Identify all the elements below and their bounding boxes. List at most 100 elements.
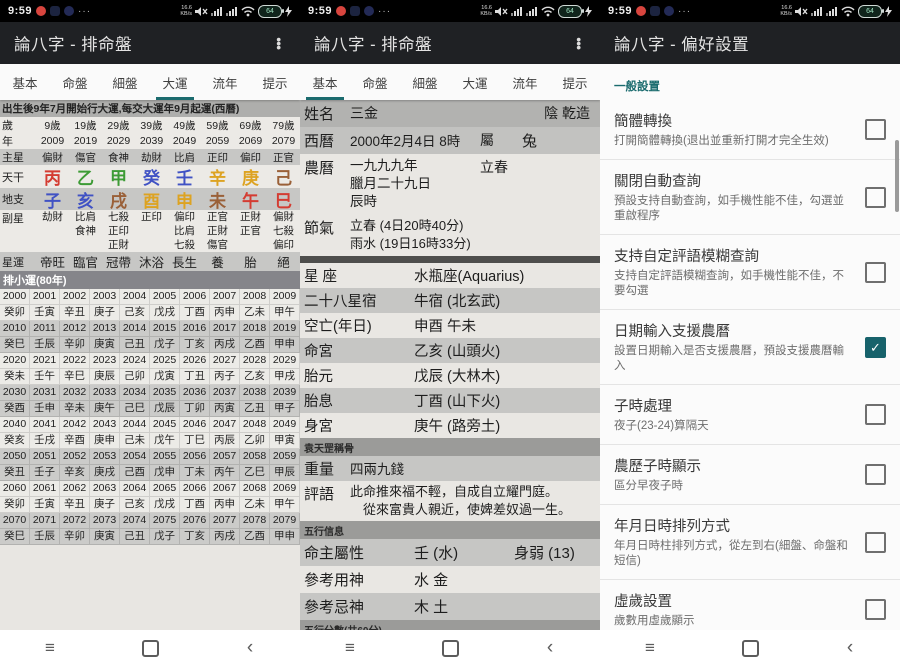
menu-nav-icon[interactable]: ≡ xyxy=(320,638,380,658)
info-row: 胎息丁酉 (山下火) xyxy=(300,388,600,413)
cell: 甲申 xyxy=(270,337,300,353)
setting-item[interactable]: 農歷子時顯示區分早夜子時 xyxy=(600,445,900,505)
cell: 2031 xyxy=(30,385,60,401)
cell: 偏財七殺偏印 xyxy=(267,210,300,252)
scrollbar[interactable] xyxy=(895,140,899,212)
cell: 2055 xyxy=(150,449,180,465)
menu-nav-icon[interactable]: ≡ xyxy=(20,638,80,658)
cell: 辛卯 xyxy=(60,337,90,353)
setting-item[interactable]: 子時處理夜子(23-24)算隔天 xyxy=(600,385,900,445)
setting-item[interactable]: 年月日時排列方式年月日時柱排列方式，從左到右(細盤、命盤和短信) xyxy=(600,505,900,580)
recents-nav-icon[interactable] xyxy=(120,640,180,657)
checkbox[interactable] xyxy=(865,187,886,208)
cell: 2053 xyxy=(90,449,120,465)
cell: 2029 xyxy=(102,135,135,147)
notification-badge-icon xyxy=(336,6,346,16)
weight-value: 四兩九錢 xyxy=(350,458,404,478)
tab-基本[interactable]: 基本 xyxy=(300,64,350,100)
setting-text: 關閉自動查詢預設支持自動查詢，如手機性能不佳，勾選並重啟程序 xyxy=(614,170,865,224)
back-nav-icon[interactable]: ‹ xyxy=(820,637,880,659)
cell: 癸巳 xyxy=(0,529,30,545)
tab-命盤[interactable]: 命盤 xyxy=(50,64,100,100)
setting-item[interactable]: 支持自定評語模糊查詢支持自定評語模糊查詢，如手機性能不佳，不要勾選 xyxy=(600,235,900,310)
comment-row: 評語此命推來福不輕，自成自立耀門庭。從來富貴人親近，使婢差奴過一生。 xyxy=(300,481,600,521)
battery-icon: 64 xyxy=(258,5,282,18)
notification-badge-icon xyxy=(64,6,74,16)
cell: 丁亥 xyxy=(180,529,210,545)
tab-細盤[interactable]: 細盤 xyxy=(100,64,150,100)
cell: 2076 xyxy=(180,513,210,529)
lichun-value: 立春 xyxy=(480,157,508,177)
setting-item[interactable]: 簡體轉換打開簡體轉換(退出並重新打開才完全生效) xyxy=(600,100,900,160)
cell: 2038 xyxy=(240,385,270,401)
recents-nav-icon[interactable] xyxy=(420,640,480,657)
cell-signal-icon xyxy=(511,6,523,17)
cell: 乙 xyxy=(69,164,102,189)
minor-year-row: 2060206120622063206420652066206720682069 xyxy=(0,481,300,497)
cell: 2069 xyxy=(234,135,267,147)
checkbox[interactable] xyxy=(865,119,886,140)
info-label: 參考用神 xyxy=(304,569,414,590)
checkbox[interactable] xyxy=(865,404,886,425)
cell: 戊申 xyxy=(150,465,180,481)
back-nav-icon[interactable]: ‹ xyxy=(220,637,280,659)
tab-流年[interactable]: 流年 xyxy=(500,64,550,100)
cell: 2065 xyxy=(150,481,180,497)
setting-item[interactable]: 關閉自動查詢預設支持自動查詢，如手機性能不佳，勾選並重啟程序 xyxy=(600,160,900,235)
cell: 己亥 xyxy=(120,497,150,513)
tab-大運[interactable]: 大運 xyxy=(150,64,200,100)
cell: 乙酉 xyxy=(240,337,270,353)
cell: 癸未 xyxy=(0,369,30,385)
checkbox[interactable] xyxy=(865,599,886,620)
minor-year-row: 2070207120722073207420752076207720782079 xyxy=(0,513,300,529)
cell-signal-icon xyxy=(826,6,838,17)
cell: 劫財 xyxy=(135,150,168,165)
cell: 戊戌 xyxy=(150,305,180,321)
cell: 辛丑 xyxy=(60,305,90,321)
setting-item[interactable]: 虛歲設置歲數用虛歲顯示 xyxy=(600,580,900,630)
wuxing-info-header: 五行信息 xyxy=(300,521,600,539)
row-label: 地支 xyxy=(0,191,36,207)
tab-基本[interactable]: 基本 xyxy=(0,64,50,100)
checkbox[interactable]: ✓ xyxy=(865,337,886,358)
tab-細盤[interactable]: 細盤 xyxy=(400,64,450,100)
setting-item[interactable]: 日期輸入支援農曆設置日期輸入是否支援農曆，預設支援農曆輸入✓ xyxy=(600,310,900,385)
jieqi-value: 立春 (4日20時40分)雨水 (19日16時33分) xyxy=(350,217,471,253)
tab-提示[interactable]: 提示 xyxy=(250,64,300,100)
dayun-table: 出生後9年7月開始行大運,每交大運年9月起運(西曆)歲9歲19歲29歲39歲49… xyxy=(0,100,300,545)
cell: 庚子 xyxy=(90,497,120,513)
cell-signal-icon xyxy=(811,6,823,17)
tab-提示[interactable]: 提示 xyxy=(550,64,600,100)
cell: 2009 xyxy=(36,135,69,147)
setting-title: 日期輸入支援農曆 xyxy=(614,320,855,341)
cell: 丁未 xyxy=(180,465,210,481)
checkbox[interactable] xyxy=(865,464,886,485)
setting-subtitle: 區分早夜子時 xyxy=(614,479,855,494)
cell: 乙未 xyxy=(240,497,270,513)
cell: 壬申 xyxy=(30,401,60,417)
cell: 乙丑 xyxy=(240,401,270,417)
info-value: 壬 (水) xyxy=(414,542,514,563)
cell: 2059 xyxy=(270,449,300,465)
checkbox[interactable] xyxy=(865,532,886,553)
cell: 丙寅 xyxy=(210,401,240,417)
network-speed: 16.6KB/s xyxy=(180,5,192,17)
setting-text: 子時處理夜子(23-24)算隔天 xyxy=(614,395,865,434)
recents-nav-icon[interactable] xyxy=(720,640,780,657)
menu-nav-icon[interactable]: ≡ xyxy=(620,638,680,658)
cell: 甲戌 xyxy=(270,369,300,385)
cell: 酉 xyxy=(135,187,168,212)
tab-bar: 基本命盤細盤大運流年提示 xyxy=(0,64,300,100)
cell: 未 xyxy=(201,187,234,212)
back-nav-icon[interactable]: ‹ xyxy=(520,637,580,659)
checkbox[interactable] xyxy=(865,262,886,283)
battery-icon: 64 xyxy=(558,5,582,18)
tab-大運[interactable]: 大運 xyxy=(450,64,500,100)
cell: 丙申 xyxy=(210,305,240,321)
overflow-menu-icon[interactable]: ••• xyxy=(572,37,586,49)
tab-流年[interactable]: 流年 xyxy=(200,64,250,100)
cell: 2028 xyxy=(240,353,270,369)
tab-命盤[interactable]: 命盤 xyxy=(350,64,400,100)
cell: 2039 xyxy=(135,135,168,147)
overflow-menu-icon[interactable]: ••• xyxy=(272,37,286,49)
